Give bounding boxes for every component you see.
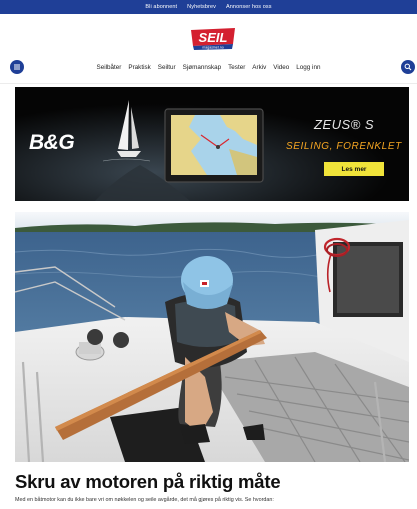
search-icon (404, 63, 412, 71)
seil-logo[interactable]: SEIL magasinet.no (189, 27, 237, 51)
nav-item-tester[interactable]: Tester (228, 64, 245, 71)
newsletter-link[interactable]: Nyhetsbrev (187, 4, 216, 10)
article-title[interactable]: Skru av motoren på riktig måte (15, 471, 409, 493)
nav-item-praktisk[interactable]: Praktisk (128, 64, 150, 71)
site-header: SEIL magasinet.no Seilbåter Praktisk Sei… (0, 14, 417, 84)
article-lede: Med en båtmotor kan du ikke bare vri om … (15, 497, 274, 503)
subscribe-link[interactable]: Bli abonnent (145, 4, 177, 10)
nav-item-seiltur[interactable]: Seiltur (158, 64, 176, 71)
nav-item-arkiv[interactable]: Arkiv (252, 64, 266, 71)
ad-product-name: ZEUS® S (314, 117, 375, 132)
nav-item-login[interactable]: Logg inn (296, 64, 320, 71)
top-utility-bar: Bli abonnent Nyhetsbrev Annonser hos oss (0, 0, 417, 14)
main-nav: Seilbåter Praktisk Seiltur Sjømannskap T… (0, 60, 417, 74)
advertise-link[interactable]: Annonser hos oss (226, 4, 272, 10)
ad-banner[interactable]: B&G ZEUS® S SEILING, FORENKLET Les mer (15, 87, 409, 201)
svg-text:magasinet.no: magasinet.no (202, 46, 224, 50)
ad-tagline: SEILING, FORENKLET (286, 141, 402, 152)
hero-photo-illustration (15, 212, 409, 462)
ad-read-more-button[interactable]: Les mer (324, 162, 384, 176)
chartplotter-graphic (164, 108, 264, 183)
search-button[interactable] (401, 60, 415, 74)
svg-text:SEIL: SEIL (199, 30, 228, 45)
nav-item-video[interactable]: Video (273, 64, 289, 71)
article-hero-image[interactable] (15, 212, 409, 462)
ad-brand-logo: B&G (29, 131, 75, 154)
nav-item-sjomannskap[interactable]: Sjømannskap (183, 64, 222, 71)
nav-item-seilbater[interactable]: Seilbåter (97, 64, 122, 71)
